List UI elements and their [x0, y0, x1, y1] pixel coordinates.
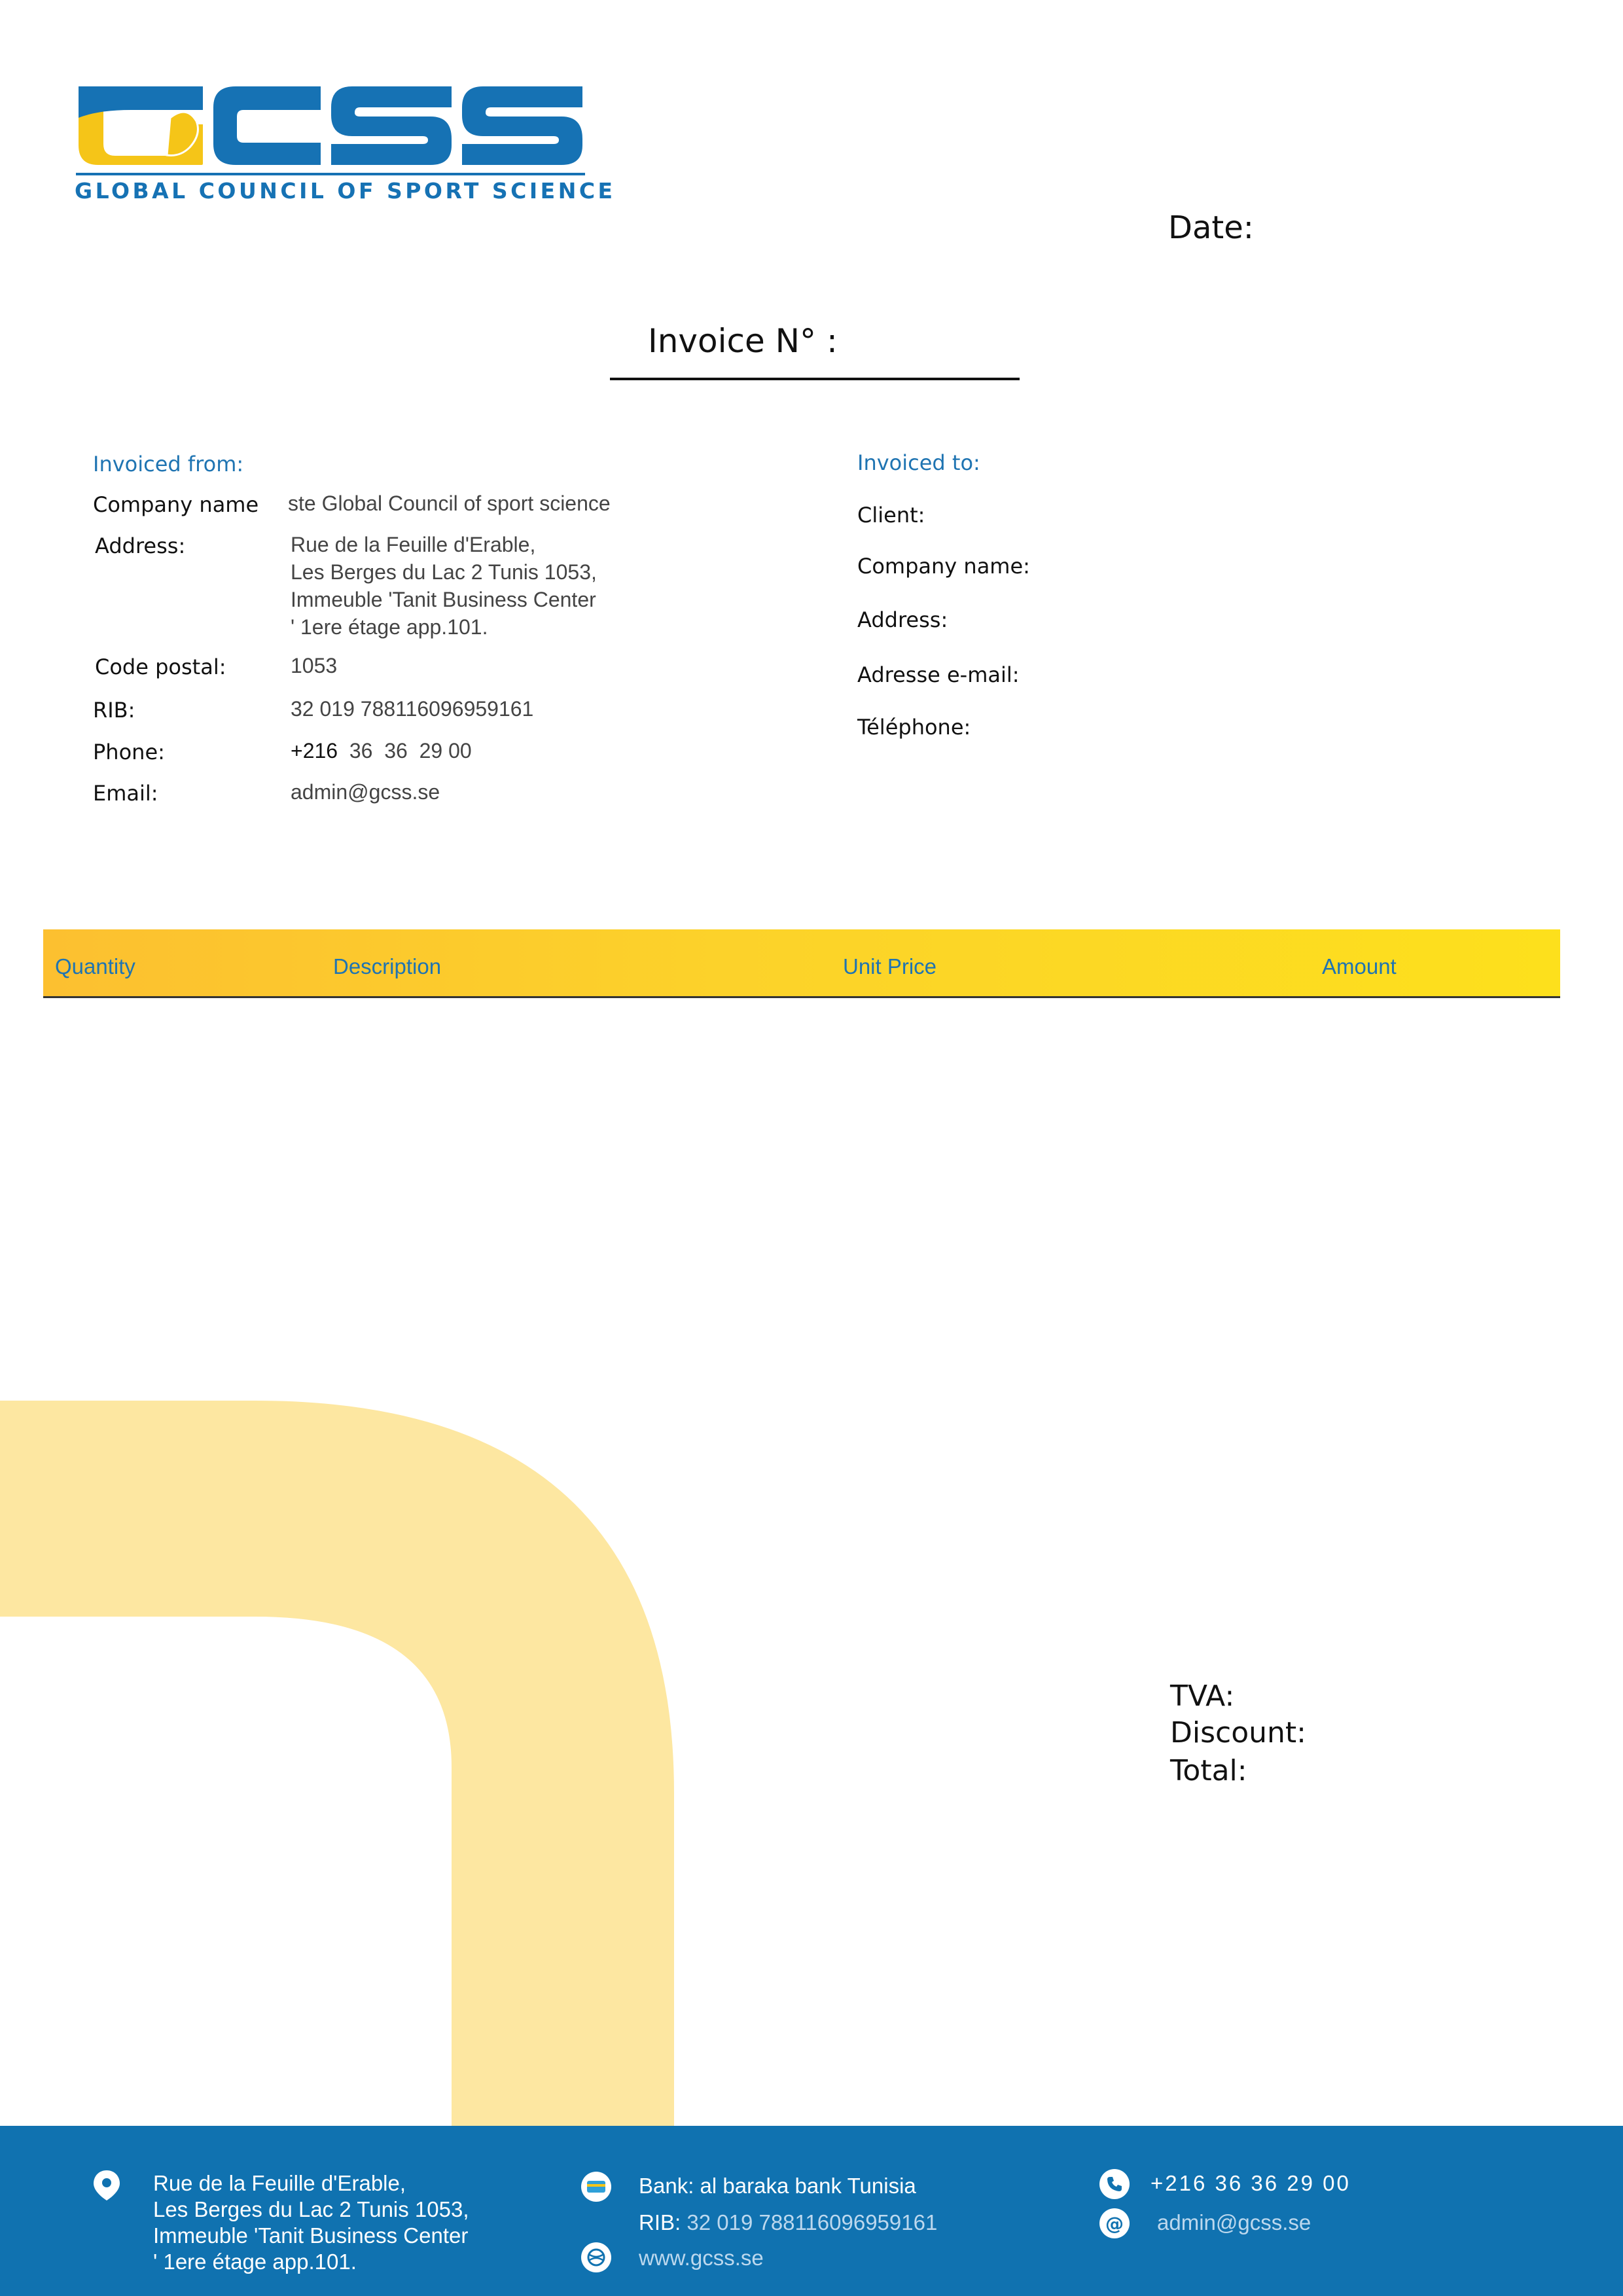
footer-rib-value: 32 019 788116096959161: [687, 2210, 938, 2234]
client-email-label: Adresse e-mail:: [857, 662, 1020, 687]
company-name-label: Company name: [93, 492, 259, 517]
postal-code-value: 1053: [291, 654, 338, 677]
footer-rib: RIB: 32 019 788116096959161: [639, 2210, 937, 2236]
column-description: Description: [333, 954, 442, 978]
phone-value: +216 36 36 29 00: [291, 737, 472, 764]
rib-value: 32 019 788116096959161: [291, 697, 534, 721]
column-unit-price: Unit Price: [843, 954, 937, 978]
company-name-value: ste Global Council of sport science: [288, 492, 611, 515]
email-label: Email:: [93, 781, 158, 806]
address-line: Les Berges du Lac 2 Tunis 1053,: [291, 560, 597, 584]
gcss-logo: GLOBAL COUNCIL OF SPORT SCIENCE: [72, 79, 613, 209]
footer-address: Rue de la Feuille d'Erable, Les Berges d…: [153, 2170, 469, 2275]
tva-label: TVA:: [1170, 1679, 1235, 1713]
email-value: admin@gcss.se: [291, 780, 440, 804]
phone-prefix: +216: [291, 739, 338, 762]
phone-label: Phone:: [93, 740, 165, 764]
footer-phone: +216 36 36 29 00: [1150, 2171, 1351, 2195]
client-address-label: Address:: [857, 607, 948, 632]
postal-code-label: Code postal:: [95, 655, 226, 679]
footer-email[interactable]: admin@gcss.se: [1157, 2210, 1311, 2236]
decorative-watermark: [0, 1401, 681, 2126]
footer-address-line: Rue de la Feuille d'Erable,: [153, 2171, 406, 2195]
bank-card-icon: [581, 2172, 611, 2202]
footer-website[interactable]: www.gcss.se: [639, 2245, 764, 2271]
invoice-number-label: Invoice N° :: [648, 322, 838, 360]
total-label: Total:: [1170, 1754, 1247, 1787]
invoice-number-field[interactable]: [610, 378, 1020, 380]
phone-number: 36 36 29 00: [349, 739, 472, 762]
globe-icon: [581, 2242, 611, 2272]
invoiced-to-heading: Invoiced to:: [857, 450, 980, 475]
rib-label: RIB:: [93, 698, 135, 723]
phone-icon: [1099, 2169, 1130, 2199]
address-value: Rue de la Feuille d'Erable, Les Berges d…: [291, 531, 597, 641]
discount-label: Discount:: [1170, 1716, 1306, 1749]
footer-bank: Bank: al baraka bank Tunisia: [639, 2174, 916, 2198]
footer-address-line: Immeuble 'Tanit Business Center: [153, 2223, 469, 2248]
address-line: Immeuble 'Tanit Business Center: [291, 588, 596, 611]
client-label: Client:: [857, 503, 925, 528]
at-sign-icon: @: [1099, 2208, 1130, 2238]
address-label: Address:: [95, 533, 186, 558]
invoiced-from-heading: Invoiced from:: [93, 452, 244, 476]
items-table-header: Quantity Description Unit Price Amount: [43, 929, 1560, 998]
location-pin-icon: [92, 2170, 122, 2200]
logo-tagline: GLOBAL COUNCIL OF SPORT SCIENCE: [75, 178, 616, 204]
column-amount: Amount: [1322, 954, 1397, 978]
footer: Rue de la Feuille d'Erable, Les Berges d…: [0, 2126, 1623, 2296]
date-label: Date:: [1168, 209, 1254, 246]
client-phone-label: Téléphone:: [857, 715, 971, 740]
footer-address-line: ' 1ere étage app.101.: [153, 2250, 357, 2274]
column-quantity: Quantity: [55, 954, 135, 978]
client-company-label: Company name:: [857, 554, 1030, 579]
footer-address-line: Les Berges du Lac 2 Tunis 1053,: [153, 2197, 469, 2221]
footer-rib-label: RIB:: [639, 2210, 681, 2234]
address-line: Rue de la Feuille d'Erable,: [291, 533, 536, 556]
address-line: ' 1ere étage app.101.: [291, 615, 488, 639]
